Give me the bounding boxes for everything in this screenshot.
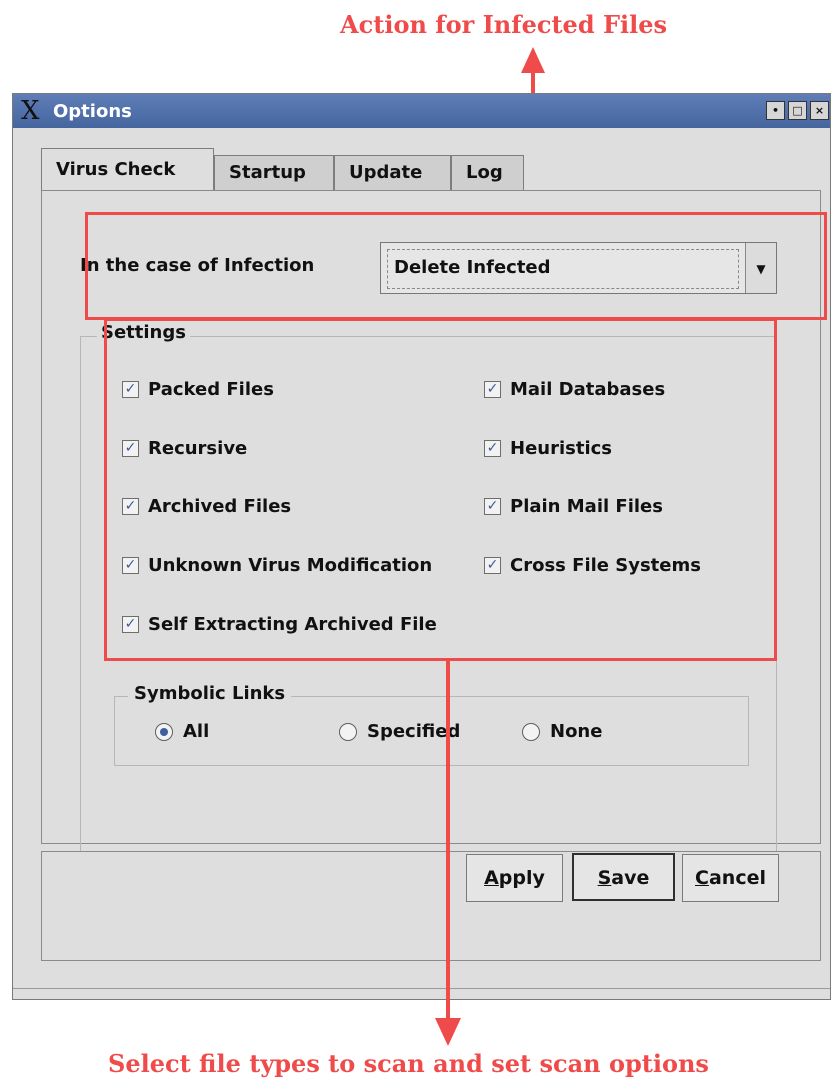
cancel-mnemonic: C [695, 867, 709, 889]
save-label-rest: ave [611, 867, 650, 889]
title-bar[interactable]: X Options • □ × [13, 94, 830, 128]
tab-virus-check[interactable]: Virus Check [41, 148, 214, 192]
maximize-button[interactable]: □ [788, 101, 807, 120]
radio-label: All [183, 721, 210, 742]
symbolic-links-title: Symbolic Links [128, 683, 292, 704]
apply-label-rest: pply [498, 867, 545, 889]
tab-update[interactable]: Update [334, 155, 451, 191]
x-logo-icon: X [21, 96, 40, 126]
save-mnemonic: S [597, 867, 612, 889]
window-bottom-bar [13, 988, 830, 999]
tab-label: Virus Check [56, 159, 176, 180]
radio-all[interactable]: All [155, 721, 209, 742]
button-bar: Apply Save Cancel [41, 851, 821, 961]
annotation-arrow-down [435, 1018, 461, 1046]
tab-label: Log [466, 162, 503, 183]
cancel-label-rest: ancel [708, 867, 766, 889]
close-button[interactable]: × [810, 101, 829, 120]
save-button[interactable]: Save [572, 853, 675, 901]
apply-button[interactable]: Apply [466, 854, 563, 902]
radio-none[interactable]: None [522, 721, 602, 742]
tab-label: Startup [229, 162, 306, 183]
annotation-line-bottom [446, 659, 450, 1021]
tab-log[interactable]: Log [451, 155, 524, 191]
radio-unselected-icon [339, 722, 357, 741]
annotation-bottom-label: Select file types to scan and set scan o… [108, 1049, 709, 1078]
apply-mnemonic: A [484, 867, 499, 889]
tab-startup[interactable]: Startup [214, 155, 334, 191]
radio-specified[interactable]: Specified [339, 721, 460, 742]
cancel-button[interactable]: Cancel [682, 854, 779, 902]
radio-selected-icon [155, 722, 173, 741]
radio-unselected-icon [522, 722, 540, 741]
tab-label: Update [349, 162, 423, 183]
annotation-box-settings [104, 318, 777, 661]
minimize-button[interactable]: • [766, 101, 785, 120]
window-title: Options [53, 101, 132, 122]
radio-label: None [550, 721, 603, 742]
annotation-box-infection [85, 212, 827, 320]
annotation-top-label: Action for Infected Files [340, 10, 668, 39]
